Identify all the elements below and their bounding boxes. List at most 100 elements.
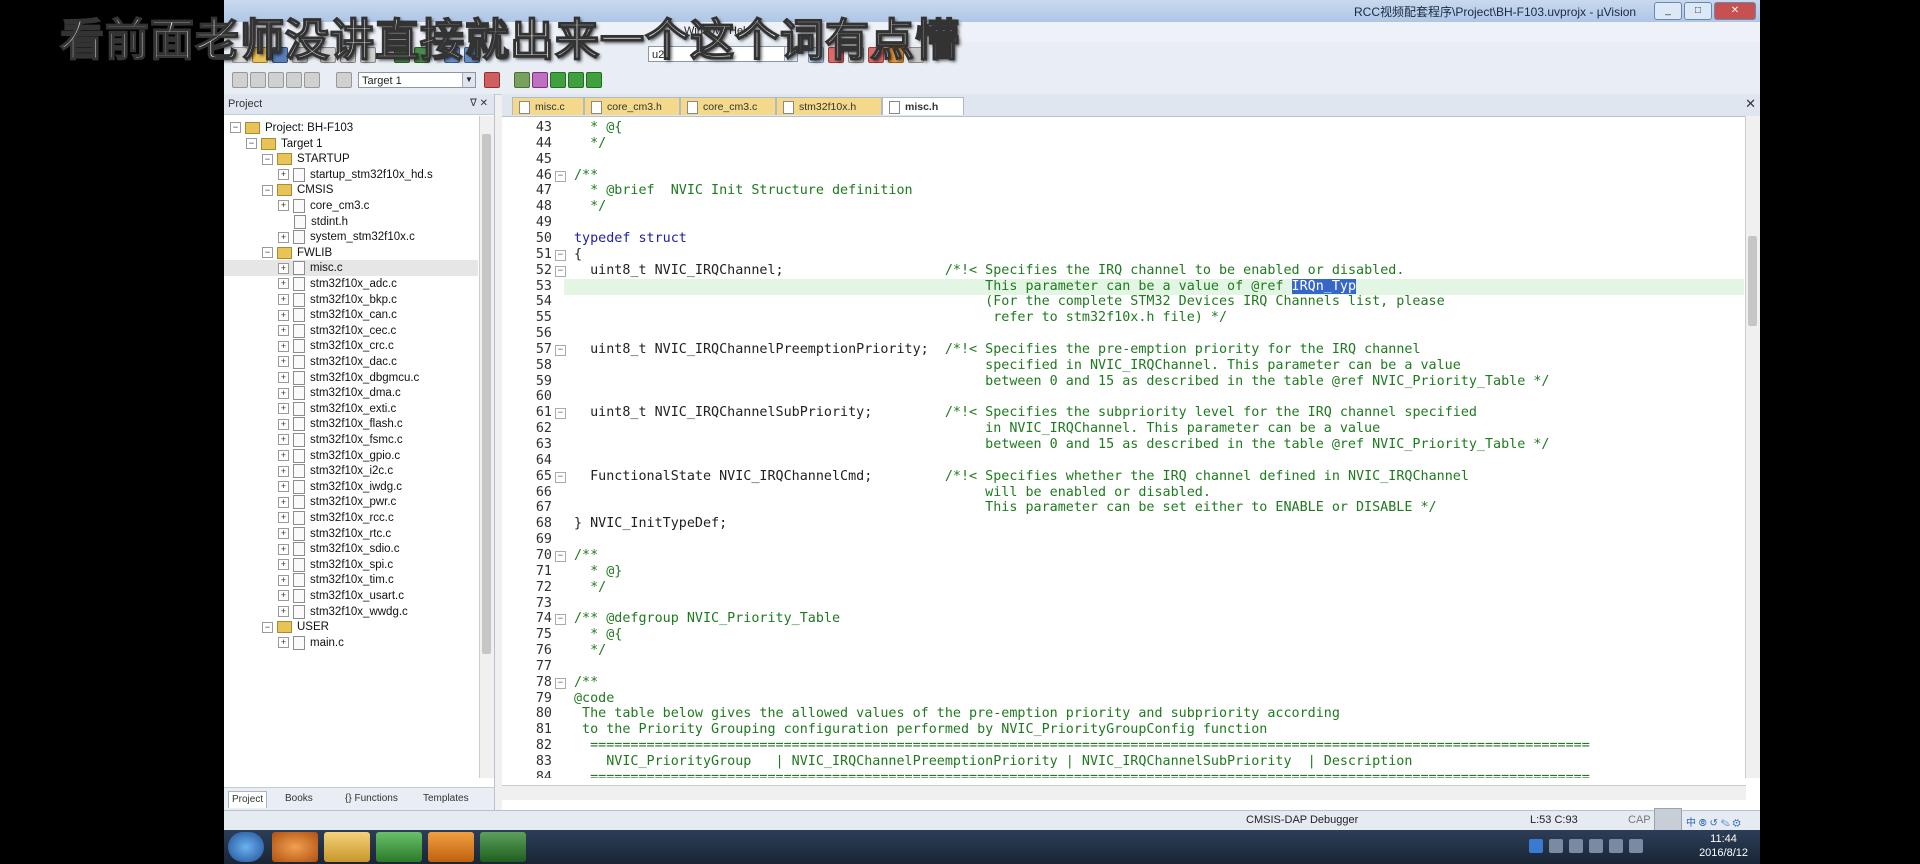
close-editor-icon[interactable]: ✕ bbox=[1745, 96, 1756, 112]
tree-file[interactable]: + stm32f10x_i2c.c bbox=[278, 463, 393, 479]
code-line[interactable]: 59 between 0 and 15 as described in the … bbox=[502, 374, 1746, 390]
code-line[interactable]: 55 refer to stm32f10x.h file) */ bbox=[502, 310, 1746, 326]
expand-icon[interactable]: + bbox=[278, 325, 289, 337]
tree-file[interactable]: + stm32f10x_spi.c bbox=[278, 557, 393, 573]
tab-functions[interactable]: {} Functions bbox=[342, 791, 401, 807]
editor-tab-misc-c[interactable]: misc.c bbox=[512, 97, 584, 115]
tree-file[interactable]: + stm32f10x_exti.c bbox=[278, 401, 396, 417]
collapse-icon[interactable]: − bbox=[262, 621, 273, 633]
code-line[interactable]: 49 bbox=[502, 215, 1746, 231]
build-icon[interactable] bbox=[250, 72, 266, 88]
code-line[interactable]: 51−{ bbox=[502, 247, 1746, 263]
code-line[interactable]: 57− uint8_t NVIC_IRQChannelPreemptionPri… bbox=[502, 342, 1746, 358]
fold-icon[interactable]: − bbox=[555, 344, 566, 356]
network-icon[interactable] bbox=[1549, 839, 1563, 853]
code-line[interactable]: 79 @code bbox=[502, 691, 1746, 707]
expand-icon[interactable]: + bbox=[278, 637, 289, 649]
start-icon[interactable] bbox=[228, 832, 264, 862]
expand-icon[interactable]: + bbox=[278, 418, 289, 430]
volume-icon[interactable] bbox=[1609, 839, 1623, 853]
expand-icon[interactable]: + bbox=[278, 606, 289, 618]
collapse-icon[interactable]: − bbox=[262, 153, 273, 165]
rebuild-icon[interactable] bbox=[268, 72, 284, 88]
translate-icon[interactable] bbox=[232, 72, 248, 88]
code-line[interactable]: 54 (For the complete STM32 Devices IRQ C… bbox=[502, 294, 1746, 310]
collapse-icon[interactable]: − bbox=[230, 122, 241, 134]
tree-file[interactable]: + main.c bbox=[278, 635, 344, 651]
tree-file[interactable]: + stm32f10x_gpio.c bbox=[278, 448, 400, 464]
expand-icon[interactable]: + bbox=[278, 590, 289, 602]
download-icon[interactable] bbox=[336, 72, 352, 88]
tree-file[interactable]: + system_stm32f10x.c bbox=[278, 229, 415, 245]
tab-project[interactable]: Project bbox=[228, 791, 268, 808]
pack-installer-icon[interactable] bbox=[532, 72, 548, 88]
tree-folder[interactable]: − STARTUP bbox=[262, 151, 350, 167]
tree-file[interactable]: + stm32f10x_rtc.c bbox=[278, 526, 391, 542]
expand-icon[interactable]: + bbox=[278, 278, 289, 290]
code-line[interactable]: 43 * @{ bbox=[502, 120, 1746, 136]
tree-file[interactable]: + stm32f10x_fsmc.c bbox=[278, 432, 403, 448]
expand-icon[interactable]: + bbox=[278, 372, 289, 384]
expand-icon[interactable]: + bbox=[278, 387, 289, 399]
run-time-env-icon[interactable] bbox=[568, 72, 584, 88]
expand-icon[interactable]: + bbox=[278, 434, 289, 446]
tree-file[interactable]: + stm32f10x_can.c bbox=[278, 307, 397, 323]
chevron-down-icon[interactable]: ▼ bbox=[462, 73, 475, 87]
code-line[interactable]: 66 will be enabled or disabled. bbox=[502, 485, 1746, 501]
tree-folder[interactable]: − FWLIB bbox=[262, 245, 332, 261]
tree-file[interactable]: + stm32f10x_bkp.c bbox=[278, 292, 397, 308]
code-line[interactable]: 46−/** bbox=[502, 168, 1746, 184]
fold-icon[interactable]: − bbox=[555, 408, 566, 420]
expand-icon[interactable]: + bbox=[278, 262, 289, 274]
expand-icon[interactable]: + bbox=[278, 543, 289, 555]
select-packs-icon[interactable] bbox=[550, 72, 566, 88]
code-line[interactable]: 47 * @brief NVIC Init Structure definiti… bbox=[502, 183, 1746, 199]
ime-icon[interactable]: 中 ⦾ ↺ ✎ ⚙ bbox=[1686, 814, 1741, 829]
tree-project[interactable]: − Project: BH-F103 bbox=[230, 120, 353, 136]
tab-books[interactable]: Books bbox=[282, 791, 316, 807]
expand-icon[interactable]: + bbox=[278, 169, 289, 181]
expand-icon[interactable]: + bbox=[278, 528, 289, 540]
tree-file[interactable]: + stm32f10x_wwdg.c bbox=[278, 604, 408, 620]
expand-icon[interactable]: + bbox=[278, 231, 289, 243]
code-line[interactable]: 52− uint8_t NVIC_IRQChannel; /*!< Specif… bbox=[502, 263, 1746, 279]
tree-file[interactable]: + stm32f10x_usart.c bbox=[278, 588, 404, 604]
project-tree-scrollbar[interactable] bbox=[479, 116, 494, 778]
code-line[interactable]: 68} NVIC_InitTypeDef; bbox=[502, 516, 1746, 532]
tree-file[interactable]: + stm32f10x_adc.c bbox=[278, 276, 397, 292]
target-select[interactable]: Target 1 ▼ bbox=[358, 72, 476, 88]
fold-icon[interactable]: − bbox=[555, 677, 566, 689]
keil-uvision-icon[interactable] bbox=[480, 832, 526, 862]
expand-icon[interactable]: + bbox=[278, 512, 289, 524]
tree-file[interactable]: + stm32f10x_dbgmcu.c bbox=[278, 370, 419, 386]
tree-file[interactable]: + stm32f10x_dac.c bbox=[278, 354, 397, 370]
code-line[interactable]: 50 typedef struct bbox=[502, 231, 1746, 247]
expand-icon[interactable]: + bbox=[278, 496, 289, 508]
qq-icon[interactable] bbox=[1529, 839, 1543, 853]
tree-file[interactable]: + startup_stm32f10x_hd.s bbox=[278, 167, 433, 183]
expand-icon[interactable]: + bbox=[278, 403, 289, 415]
editor-hscroll[interactable] bbox=[502, 785, 1746, 800]
code-line[interactable]: 84 =====================================… bbox=[502, 770, 1746, 778]
refresh-icon[interactable] bbox=[1569, 839, 1583, 853]
expand-icon[interactable]: + bbox=[278, 465, 289, 477]
code-line[interactable]: 74−/** @defgroup NVIC_Priority_Table bbox=[502, 611, 1746, 627]
code-line[interactable]: 56 bbox=[502, 326, 1746, 342]
tree-file[interactable]: + stm32f10x_pwr.c bbox=[278, 494, 396, 510]
close-button[interactable]: ✕ bbox=[1714, 2, 1756, 20]
code-line[interactable]: 82 =====================================… bbox=[502, 738, 1746, 754]
tree-file[interactable]: + stm32f10x_iwdg.c bbox=[278, 479, 402, 495]
manage-components-icon[interactable] bbox=[514, 72, 530, 88]
code-line[interactable]: 75 * @{ bbox=[502, 627, 1746, 643]
tree-folder[interactable]: − CMSIS bbox=[262, 182, 333, 198]
collapse-icon[interactable]: − bbox=[262, 184, 273, 196]
code-line[interactable]: 48 */ bbox=[502, 199, 1746, 215]
collapse-icon[interactable]: − bbox=[246, 138, 257, 150]
panel-close-icon[interactable]: ᐁ ✕ bbox=[470, 94, 488, 114]
target-options-icon[interactable] bbox=[484, 72, 500, 88]
fold-icon[interactable]: − bbox=[555, 550, 566, 562]
editor-tab-stm32f10x-h[interactable]: stm32f10x.h bbox=[776, 97, 882, 115]
fold-icon[interactable]: − bbox=[555, 471, 566, 483]
code-line[interactable]: 65− FunctionalState NVIC_IRQChannelCmd; … bbox=[502, 469, 1746, 485]
fold-icon[interactable]: − bbox=[555, 170, 566, 182]
